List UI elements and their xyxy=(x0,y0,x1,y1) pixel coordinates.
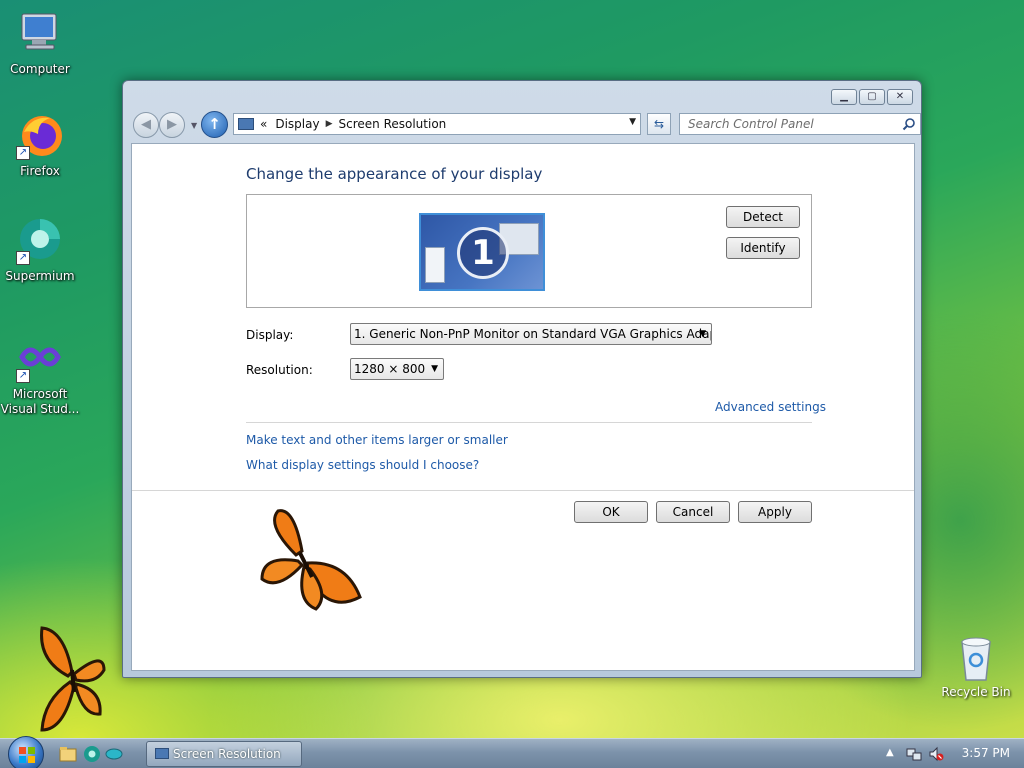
display-settings-help-link[interactable]: What display settings should I choose? xyxy=(246,458,479,472)
divider xyxy=(246,422,812,423)
window-controls: ▁ ▢ ✕ xyxy=(831,89,913,105)
switch-windows-icon[interactable] xyxy=(104,744,124,764)
search-placeholder: Search Control Panel xyxy=(688,117,814,131)
ok-button[interactable]: OK xyxy=(574,501,648,523)
desktop-icon-firefox[interactable]: ↗ Firefox xyxy=(0,112,80,179)
back-button[interactable]: ◀ xyxy=(133,112,159,138)
taskbar-screen-resolution-button[interactable]: Screen Resolution xyxy=(146,741,302,767)
address-bar[interactable]: « Display ▶ Screen Resolution ▼ xyxy=(233,113,641,135)
page-title: Change the appearance of your display xyxy=(246,165,543,183)
resolution-select[interactable]: 1280 × 800 ▼ xyxy=(350,358,444,380)
desktop-icon-label: Microsoft Visual Stud... xyxy=(0,387,80,416)
breadcrumb-display[interactable]: Display xyxy=(275,117,319,131)
shortcut-arrow-icon: ↗ xyxy=(16,369,30,383)
screen-resolution-window: ▁ ▢ ✕ ◀ ▶ ▼ ↑ « Display ▶ Screen Resolut… xyxy=(122,80,922,678)
up-button[interactable]: ↑ xyxy=(201,111,228,138)
network-icon[interactable] xyxy=(906,746,922,762)
computer-icon xyxy=(16,10,64,58)
search-input[interactable]: Search Control Panel xyxy=(679,113,921,135)
breadcrumb-separator-icon[interactable]: ▶ xyxy=(326,119,333,129)
close-button[interactable]: ✕ xyxy=(887,89,913,105)
windows-logo-icon xyxy=(19,747,35,763)
start-button[interactable] xyxy=(8,736,44,768)
recycle-bin-icon xyxy=(961,637,991,681)
detect-button[interactable]: Detect xyxy=(726,206,800,228)
display-select[interactable]: 1. Generic Non-PnP Monitor on Standard V… xyxy=(350,323,712,345)
advanced-settings-link[interactable]: Advanced settings xyxy=(715,400,826,414)
taskbar-button-label: Screen Resolution xyxy=(173,747,281,761)
supermium-icon: ↗ xyxy=(16,217,64,265)
butterfly-icon xyxy=(260,509,362,611)
desktop-icon-visual-studio[interactable]: ↗ Microsoft Visual Stud... xyxy=(0,335,80,417)
explorer-icon[interactable] xyxy=(58,744,78,764)
display-icon xyxy=(155,748,169,759)
butterfly-icon xyxy=(40,626,106,732)
monitor-arrangement-panel: 1 Detect Identify xyxy=(246,194,812,308)
address-dropdown-icon[interactable]: ▼ xyxy=(629,117,636,127)
breadcrumb-screen-resolution[interactable]: Screen Resolution xyxy=(339,117,447,131)
show-hidden-icons-icon[interactable]: ▲ xyxy=(886,747,894,758)
visual-studio-icon: ↗ xyxy=(16,335,64,383)
minimize-button[interactable]: ▁ xyxy=(831,89,857,105)
navigation-bar: ◀ ▶ ▼ ↑ « Display ▶ Screen Resolution ▼ … xyxy=(131,109,921,139)
monitor-sidebar-graphic xyxy=(425,247,445,283)
desktop-icon-computer[interactable]: Computer xyxy=(0,10,80,77)
refresh-button[interactable]: ⇆ xyxy=(647,113,671,135)
system-tray: ▲ 3:57 PM xyxy=(874,739,1024,768)
desktop-icon-label: Recycle Bin xyxy=(941,685,1011,699)
display-select-value: 1. Generic Non-PnP Monitor on Standard V… xyxy=(354,327,712,341)
forward-button[interactable]: ▶ xyxy=(159,112,185,138)
clock[interactable]: 3:57 PM xyxy=(962,746,1010,760)
chevron-down-icon: ▼ xyxy=(699,329,706,339)
desktop-icon-label: Firefox xyxy=(20,164,60,178)
content-pane: Change the appearance of your display 1 … xyxy=(131,143,915,671)
display-label: Display: xyxy=(246,328,294,342)
supermium-taskbar-icon[interactable] xyxy=(82,744,102,764)
recent-pages-dropdown-icon[interactable]: ▼ xyxy=(191,121,197,130)
monitor-number: 1 xyxy=(457,227,509,279)
monitor-1-thumbnail[interactable]: 1 xyxy=(419,213,545,291)
text-size-link[interactable]: Make text and other items larger or smal… xyxy=(246,433,508,447)
resolution-select-value: 1280 × 800 xyxy=(354,362,426,376)
identify-button[interactable]: Identify xyxy=(726,237,800,259)
divider xyxy=(132,490,914,491)
desktop-icon-label: Supermium xyxy=(5,269,75,283)
cancel-button[interactable]: Cancel xyxy=(656,501,730,523)
firefox-icon: ↗ xyxy=(16,112,64,160)
address-chevrons[interactable]: « xyxy=(260,117,267,131)
resolution-label: Resolution: xyxy=(246,363,313,377)
search-icon[interactable] xyxy=(902,117,916,131)
desktop-icon-supermium[interactable]: ↗ Supermium xyxy=(0,217,80,284)
maximize-button[interactable]: ▢ xyxy=(859,89,885,105)
display-icon xyxy=(238,118,254,130)
volume-muted-icon[interactable] xyxy=(928,746,944,762)
taskbar: Screen Resolution ▲ 3:57 PM xyxy=(0,736,1024,768)
shortcut-arrow-icon: ↗ xyxy=(16,251,30,265)
chevron-down-icon: ▼ xyxy=(431,364,438,374)
desktop-icon-label: Computer xyxy=(10,62,70,76)
apply-button[interactable]: Apply xyxy=(738,501,812,523)
desktop-icon-recycle-bin[interactable]: Recycle Bin xyxy=(940,636,1012,699)
shortcut-arrow-icon: ↗ xyxy=(16,146,30,160)
